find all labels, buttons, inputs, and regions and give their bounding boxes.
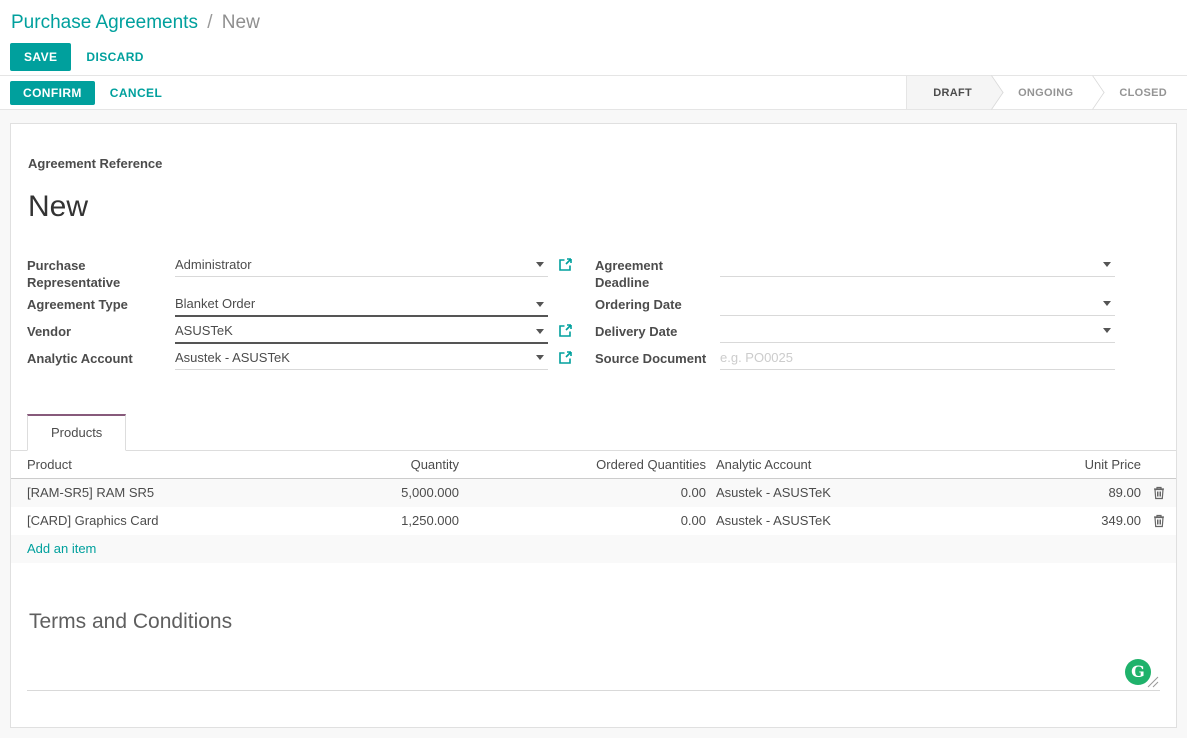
field-label: Delivery Date — [595, 320, 720, 341]
caret-down-icon[interactable] — [536, 302, 544, 307]
products-table: Product Quantity Ordered Quantities Anal… — [11, 451, 1176, 563]
field-agreement-deadline: Agreement Deadline — [595, 254, 1115, 292]
breadcrumb-purchase-agreements[interactable]: Purchase Agreements — [11, 12, 198, 33]
internal-link-icon[interactable] — [558, 257, 573, 272]
form-right-column: Agreement Deadline Ordering Date Deliver… — [595, 254, 1160, 374]
field-label: Analytic Account — [27, 347, 175, 368]
field-analytic-account: Analytic Account — [27, 347, 595, 373]
form-left-column: Purchase Representative Agreement Type — [27, 254, 595, 374]
discard-button[interactable]: DISCARD — [86, 50, 143, 64]
table-row[interactable]: [RAM-SR5] RAM SR5 5,000.000 0.00 Asustek… — [11, 479, 1176, 507]
field-ordering-date: Ordering Date — [595, 293, 1115, 319]
cell-ordered: 0.00 — [459, 485, 706, 500]
table-header: Product Quantity Ordered Quantities Anal… — [11, 451, 1176, 479]
vendor-input[interactable] — [175, 320, 548, 344]
trash-icon[interactable] — [1141, 514, 1176, 528]
breadcrumb-current: New — [222, 12, 260, 33]
caret-down-icon[interactable] — [536, 329, 544, 334]
field-delivery-date: Delivery Date — [595, 320, 1115, 346]
agreement-reference-value[interactable]: New — [28, 190, 1160, 224]
breadcrumb: Purchase Agreements / New — [0, 0, 1187, 34]
internal-link-icon[interactable] — [558, 350, 573, 365]
cell-unit-price[interactable]: 89.00 — [1016, 485, 1141, 500]
field-source-document: Source Document — [595, 347, 1115, 373]
status-bar: DRAFT ONGOING CLOSED — [906, 76, 1187, 109]
stage-draft[interactable]: DRAFT — [907, 76, 992, 109]
record-actions: SAVE DISCARD — [10, 43, 1187, 71]
ordering-date-input[interactable] — [720, 293, 1115, 316]
cell-unit-price[interactable]: 349.00 — [1016, 513, 1141, 528]
purchase-representative-input[interactable] — [175, 254, 548, 277]
tab-products[interactable]: Products — [27, 414, 126, 451]
control-bar: CONFIRM CANCEL DRAFT ONGOING CLOSED — [0, 75, 1187, 110]
workflow-actions: CONFIRM CANCEL — [10, 81, 162, 105]
add-item-row: Add an item — [11, 535, 1176, 563]
col-header-analytic-account[interactable]: Analytic Account — [706, 457, 1016, 472]
source-document-input[interactable] — [720, 347, 1115, 370]
cancel-button[interactable]: CANCEL — [110, 86, 162, 100]
field-purchase-representative: Purchase Representative — [27, 254, 595, 292]
table-row[interactable]: [CARD] Graphics Card 1,250.000 0.00 Asus… — [11, 507, 1176, 535]
agreement-deadline-input[interactable] — [720, 254, 1115, 277]
breadcrumb-separator: / — [207, 12, 212, 33]
delivery-date-input[interactable] — [720, 320, 1115, 343]
stage-closed[interactable]: CLOSED — [1093, 76, 1187, 109]
cell-product[interactable]: [CARD] Graphics Card — [11, 513, 385, 528]
cell-product[interactable]: [RAM-SR5] RAM SR5 — [11, 485, 385, 500]
field-vendor: Vendor — [27, 320, 595, 346]
cell-ordered: 0.00 — [459, 513, 706, 528]
field-agreement-type: Agreement Type — [27, 293, 595, 319]
col-header-ordered-quantities[interactable]: Ordered Quantities — [459, 457, 706, 472]
agreement-reference-label: Agreement Reference — [28, 156, 1160, 171]
field-label: Vendor — [27, 320, 175, 341]
content-area: Agreement Reference New Purchase Represe… — [0, 110, 1187, 738]
resize-handle-icon[interactable] — [1147, 676, 1159, 688]
form-fields: Purchase Representative Agreement Type — [27, 254, 1160, 374]
field-label: Purchase Representative — [27, 254, 175, 292]
internal-link-icon[interactable] — [558, 323, 573, 338]
top-bar: Purchase Agreements / New SAVE DISCARD — [0, 0, 1187, 75]
notebook-tabs: Products — [11, 414, 1176, 451]
stage-ongoing[interactable]: ONGOING — [992, 76, 1093, 109]
col-header-unit-price[interactable]: Unit Price — [1016, 457, 1141, 472]
trash-icon[interactable] — [1141, 486, 1176, 500]
col-header-product[interactable]: Product — [11, 457, 385, 472]
add-an-item-link[interactable]: Add an item — [27, 541, 96, 556]
col-header-quantity[interactable]: Quantity — [385, 457, 459, 472]
agreement-type-input[interactable] — [175, 293, 548, 317]
cell-analytic[interactable]: Asustek - ASUSTeK — [706, 513, 1016, 528]
caret-down-icon[interactable] — [1103, 262, 1111, 267]
cell-quantity[interactable]: 1,250.000 — [385, 513, 459, 528]
caret-down-icon[interactable] — [536, 355, 544, 360]
field-label: Source Document — [595, 347, 720, 368]
terms-and-conditions-heading: Terms and Conditions — [29, 610, 1160, 634]
cell-analytic[interactable]: Asustek - ASUSTeK — [706, 485, 1016, 500]
field-label: Ordering Date — [595, 293, 720, 314]
save-button[interactable]: SAVE — [10, 43, 71, 71]
confirm-button[interactable]: CONFIRM — [10, 81, 95, 105]
field-label: Agreement Deadline — [595, 254, 720, 292]
analytic-account-input[interactable] — [175, 347, 548, 370]
caret-down-icon[interactable] — [1103, 328, 1111, 333]
terms-and-conditions-textarea[interactable]: G — [27, 636, 1160, 691]
cell-quantity[interactable]: 5,000.000 — [385, 485, 459, 500]
caret-down-icon[interactable] — [1103, 301, 1111, 306]
form-sheet: Agreement Reference New Purchase Represe… — [10, 123, 1177, 728]
caret-down-icon[interactable] — [536, 262, 544, 267]
field-label: Agreement Type — [27, 293, 175, 314]
